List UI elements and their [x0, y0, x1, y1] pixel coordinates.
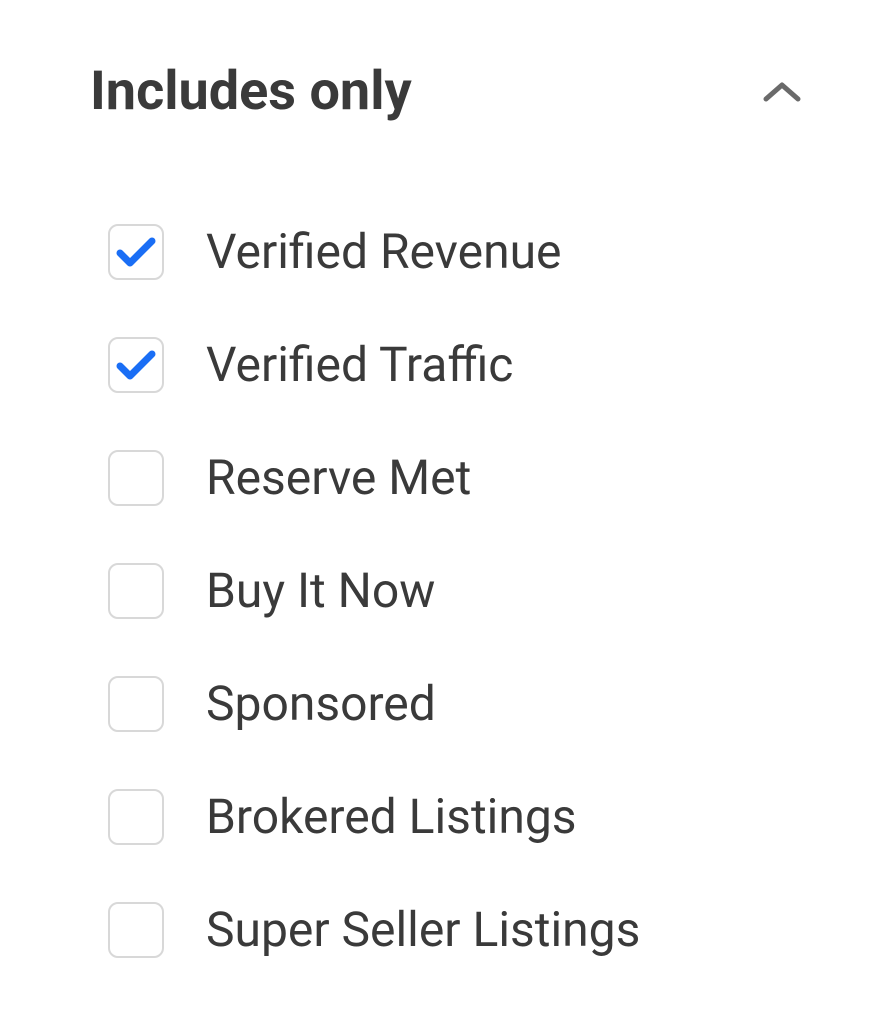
checkbox-label: Reserve Met — [206, 449, 471, 506]
checkbox-label: Verified Traffic — [206, 336, 513, 393]
checkbox-item-verified-revenue[interactable]: Verified Revenue — [108, 223, 801, 280]
checkbox-label: Sponsored — [206, 675, 436, 732]
checkbox-input[interactable] — [108, 337, 164, 393]
checkbox-label: Buy It Now — [206, 562, 435, 619]
checkbox-item-brokered-listings[interactable]: Brokered Listings — [108, 788, 801, 845]
chevron-up-icon — [763, 81, 801, 103]
checkbox-input[interactable] — [108, 224, 164, 280]
filter-section-header[interactable]: Includes only — [90, 60, 801, 123]
checkbox-input[interactable] — [108, 902, 164, 958]
checkbox-item-super-seller-listings[interactable]: Super Seller Listings — [108, 901, 801, 958]
checkbox-item-verified-traffic[interactable]: Verified Traffic — [108, 336, 801, 393]
checkbox-label: Super Seller Listings — [206, 901, 640, 958]
checkbox-label: Brokered Listings — [206, 788, 577, 845]
checkbox-label: Verified Revenue — [206, 223, 562, 280]
checkbox-item-buy-it-now[interactable]: Buy It Now — [108, 562, 801, 619]
checkbox-input[interactable] — [108, 676, 164, 732]
filter-section-includes-only: Includes only Verified Revenue Verified … — [90, 60, 801, 958]
checkbox-item-sponsored[interactable]: Sponsored — [108, 675, 801, 732]
checkbox-input[interactable] — [108, 450, 164, 506]
filter-section-title: Includes only — [90, 60, 412, 123]
checkbox-input[interactable] — [108, 563, 164, 619]
checkbox-input[interactable] — [108, 789, 164, 845]
checkbox-item-reserve-met[interactable]: Reserve Met — [108, 449, 801, 506]
checkbox-list: Verified Revenue Verified Traffic Reserv… — [90, 223, 801, 958]
